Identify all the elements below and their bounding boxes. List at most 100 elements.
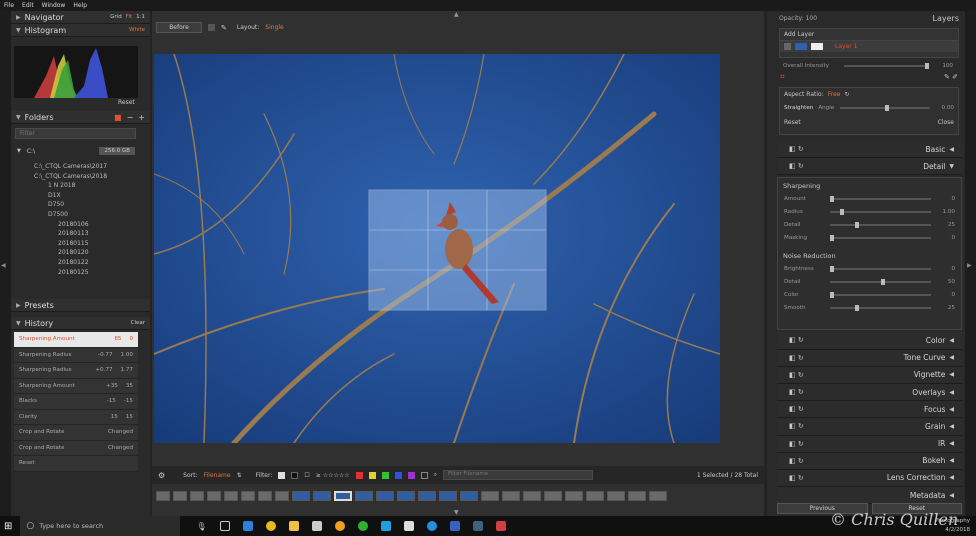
- toggle-icon[interactable]: ◧ ↻: [789, 336, 804, 344]
- thumbnail[interactable]: [376, 491, 394, 501]
- thumbnail[interactable]: [607, 491, 625, 501]
- edge-browser-icon[interactable]: [242, 521, 253, 531]
- section-basic[interactable]: ◧ ↻ Basic ◀: [777, 141, 962, 159]
- thumbnail[interactable]: [481, 491, 499, 501]
- thumbnail[interactable]: [586, 491, 604, 501]
- history-row[interactable]: Sharpening Amount +35 35: [14, 379, 138, 394]
- thumbnail[interactable]: [523, 491, 541, 501]
- slider-knob[interactable]: [880, 278, 885, 285]
- folder-item[interactable]: 20180122: [28, 258, 138, 268]
- angle-slider[interactable]: Straighten Angle 0.00: [780, 101, 958, 114]
- star-rating-icon[interactable]: ≥ ☆☆☆☆☆: [316, 472, 350, 479]
- compare-icon[interactable]: [208, 24, 215, 31]
- history-clear-button[interactable]: Clear: [131, 320, 145, 326]
- rotate-icon[interactable]: ↻: [844, 91, 849, 98]
- label-green[interactable]: [381, 471, 389, 479]
- toggle-icon[interactable]: ◧ ↻: [789, 457, 804, 465]
- comment-icon[interactable]: ☐: [304, 472, 309, 479]
- thumbnail[interactable]: [544, 491, 562, 501]
- section-metadata[interactable]: Metadata ◀: [777, 487, 962, 505]
- section-focus[interactable]: ◧ ↻ Focus ◀: [777, 401, 962, 419]
- folder-item[interactable]: 20180113: [28, 229, 138, 239]
- section-vignette[interactable]: ◧ ↻ Vignette ◀: [777, 366, 962, 384]
- app-red-icon[interactable]: [495, 521, 506, 531]
- history-row[interactable]: Crop and Rotate Changed: [14, 425, 138, 441]
- slider-knob[interactable]: [830, 265, 834, 272]
- slider-knob[interactable]: [840, 208, 845, 215]
- brush-icon[interactable]: ✎: [221, 24, 227, 32]
- one-to-one-option[interactable]: 1:1: [136, 14, 145, 20]
- toggle-icon[interactable]: ◧ ↻: [789, 145, 804, 153]
- toggle-icon[interactable]: ◧ ↻: [789, 371, 804, 379]
- slider-knob[interactable]: [885, 104, 890, 111]
- photos-app-icon[interactable]: [449, 521, 460, 531]
- thumbnail[interactable]: [649, 491, 667, 501]
- store-icon[interactable]: [311, 521, 322, 531]
- skype-icon[interactable]: [426, 521, 437, 531]
- toggle-icon[interactable]: ◧ ↻: [789, 388, 804, 396]
- layout-select[interactable]: Single: [265, 24, 283, 31]
- windows-start-icon[interactable]: ⊞: [4, 521, 12, 532]
- flag-icon[interactable]: [278, 471, 286, 479]
- minus-icon[interactable]: −: [127, 113, 134, 122]
- folder-item[interactable]: D1X: [28, 191, 138, 201]
- folder-item[interactable]: D750: [28, 200, 138, 210]
- filter-input[interactable]: Filter Filename: [442, 470, 593, 480]
- label-none[interactable]: [420, 471, 428, 479]
- thumbnail[interactable]: [224, 491, 238, 501]
- chrome-icon[interactable]: [265, 521, 276, 531]
- history-row[interactable]: Sharpening Amount 85 0: [14, 332, 138, 348]
- menu-edit[interactable]: Edit: [22, 2, 34, 9]
- grid-option[interactable]: Grid: [110, 14, 122, 20]
- opacity-label[interactable]: Opacity: 100: [779, 15, 817, 22]
- taskbar-search[interactable]: ○ Type here to search: [20, 516, 181, 536]
- on1-app-icon[interactable]: [472, 521, 483, 531]
- masking-slider[interactable]: Masking 0: [778, 231, 961, 244]
- mic-icon[interactable]: 🎙: [196, 522, 206, 531]
- photo-canvas[interactable]: [154, 54, 720, 443]
- collapse-right-icon[interactable]: ▶: [967, 262, 972, 269]
- history-header[interactable]: ▼ History Clear: [11, 317, 150, 330]
- label-purple[interactable]: [407, 471, 415, 479]
- radius-slider[interactable]: Radius 1.00: [778, 205, 961, 218]
- file-explorer-icon[interactable]: [288, 521, 299, 531]
- brightness-slider[interactable]: Brightness 0: [778, 262, 961, 275]
- layers-title[interactable]: Layers: [933, 14, 959, 23]
- brush-tools-icon[interactable]: ✎ ✐: [944, 73, 958, 81]
- crop-reset-button[interactable]: Reset: [784, 119, 801, 126]
- section-overlays[interactable]: ◧ ↻ Overlays ◀: [777, 383, 962, 402]
- section-color[interactable]: ◧ ↻ Color ◀: [777, 332, 962, 350]
- folder-item[interactable]: 20180125: [28, 268, 138, 278]
- color-slider[interactable]: Color 0: [778, 288, 961, 301]
- crop-close-button[interactable]: Close: [938, 119, 954, 126]
- app-green-icon[interactable]: [357, 521, 368, 531]
- toggle-icon[interactable]: ◧ ↻: [789, 474, 804, 482]
- thumbnail[interactable]: [275, 491, 289, 501]
- menu-window[interactable]: Window: [42, 2, 66, 9]
- history-row[interactable]: Crop and Rotate Changed: [14, 441, 138, 456]
- section-tone-curve[interactable]: ◧ ↻ Tone Curve ◀: [777, 349, 962, 367]
- history-row[interactable]: Clarity 15 15: [14, 410, 138, 425]
- plus-icon[interactable]: +: [138, 113, 145, 122]
- history-row[interactable]: Reset: [14, 456, 138, 472]
- thumbnail[interactable]: [439, 491, 457, 501]
- layer-row[interactable]: Layer 1: [780, 41, 958, 52]
- thumbnail[interactable]: [173, 491, 187, 501]
- menu-file[interactable]: File: [4, 2, 14, 9]
- firefox-icon[interactable]: [334, 521, 345, 531]
- smooth-slider[interactable]: Smooth 25: [778, 301, 961, 314]
- thumbnail[interactable]: [460, 491, 478, 501]
- section-bokeh[interactable]: ◧ ↻ Bokeh ◀: [777, 452, 962, 470]
- thumbnail[interactable]: [502, 491, 520, 501]
- slider-knob[interactable]: [925, 62, 929, 69]
- histogram-reset[interactable]: Reset: [118, 99, 135, 106]
- toggle-icon[interactable]: ◧ ↻: [789, 354, 804, 362]
- history-row[interactable]: Sharpening Radius -0.77 1.00: [14, 348, 138, 363]
- section-detail[interactable]: ◧ ↻ Detail ▼: [777, 158, 962, 176]
- folder-item[interactable]: 20180115: [28, 239, 138, 249]
- thumbnail[interactable]: [397, 491, 415, 501]
- collapse-bottom-icon[interactable]: ▼: [454, 509, 459, 516]
- folders-search-input[interactable]: Filter: [15, 128, 136, 139]
- drive-row[interactable]: ▼ C:\ 256.0 GB: [17, 147, 135, 155]
- thumbnail[interactable]: [313, 491, 331, 501]
